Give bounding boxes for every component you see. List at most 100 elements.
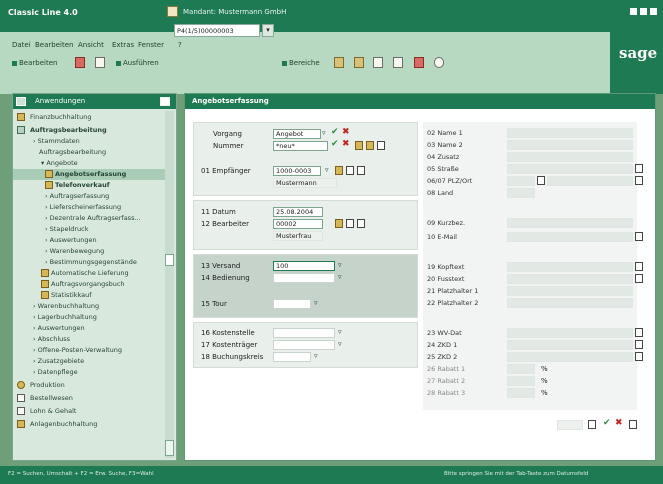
- ort-field[interactable]: [547, 176, 633, 186]
- document-icon[interactable]: [635, 262, 643, 271]
- check-icon[interactable]: ✔: [331, 127, 339, 137]
- sidebar-item-zusatzgebiete[interactable]: › Zusatzgebiete: [13, 356, 171, 367]
- datum-field[interactable]: 25.08.2004: [273, 207, 323, 217]
- document-icon[interactable]: [357, 166, 365, 175]
- chevron-down-icon[interactable]: ▿: [338, 340, 342, 348]
- sidebar-item-abschluss[interactable]: › Abschluss: [13, 334, 171, 345]
- print-icon[interactable]: [629, 420, 637, 429]
- note-icon[interactable]: [414, 57, 424, 68]
- name1-field[interactable]: [507, 128, 633, 138]
- sidebar-scrollbar[interactable]: [165, 111, 174, 458]
- work-dropdown[interactable]: P4(1/5)00000003: [174, 24, 260, 37]
- sidebar-item-telefonverkauf[interactable]: Telefonverkauf: [13, 180, 171, 191]
- ausfuehren-tool[interactable]: Ausführen: [116, 59, 159, 67]
- kopftext-field[interactable]: [507, 262, 633, 272]
- buchungskreis-field[interactable]: [273, 352, 311, 362]
- printer-icon[interactable]: [373, 57, 383, 68]
- rabatt2-field[interactable]: [507, 376, 535, 386]
- sidebar-item-angebotserfassung[interactable]: Angebotserfassung: [13, 169, 171, 180]
- sidebar-item-offene-posten[interactable]: › Offene-Posten-Verwaltung: [13, 345, 171, 356]
- chevron-down-icon[interactable]: ▾: [262, 24, 274, 37]
- chevron-down-icon[interactable]: ▿: [314, 299, 318, 307]
- sidebar-scroll-down[interactable]: [165, 440, 174, 456]
- sidebar-item-lohn-gehalt[interactable]: Lohn & Gehalt: [13, 406, 171, 417]
- cancel-icon[interactable]: ✖: [342, 127, 350, 137]
- print-icon[interactable]: [95, 57, 105, 68]
- sidebar-item-auswertungen[interactable]: › Auswertungen: [13, 235, 171, 246]
- sidebar-item-finanzbuchhaltung[interactable]: Finanzbuchhaltung: [13, 112, 171, 123]
- sidebar-scroll-thumb[interactable]: [165, 254, 174, 266]
- chevron-down-icon[interactable]: ▿: [314, 352, 318, 360]
- name2-field[interactable]: [507, 140, 633, 150]
- menu-help[interactable]: ?: [178, 41, 182, 49]
- sidebar-item-bestellwesen[interactable]: Bestellwesen: [13, 393, 171, 404]
- sidebar-item-angebote[interactable]: ▾ Angebote: [13, 158, 171, 169]
- sidebar-item-produktion[interactable]: Produktion: [13, 380, 171, 391]
- sidebar-item-auftragsvorgangsbuch[interactable]: Auftragsvorgangsbuch: [13, 279, 171, 290]
- sidebar-item-datenpflege[interactable]: › Datenpflege: [13, 367, 171, 378]
- vorgang-select[interactable]: Angebot: [273, 129, 321, 139]
- bereiche-tool[interactable]: Bereiche: [282, 59, 320, 67]
- zkd2-field[interactable]: [507, 352, 633, 362]
- chevron-down-icon[interactable]: ▿: [338, 273, 342, 281]
- document-icon[interactable]: [635, 176, 643, 185]
- document-icon[interactable]: [537, 176, 545, 185]
- kurzbez-field[interactable]: [507, 218, 633, 228]
- strasse-field[interactable]: [507, 164, 633, 174]
- zkd1-field[interactable]: [507, 340, 633, 350]
- minimize-button[interactable]: [630, 8, 637, 15]
- bedienung-field[interactable]: [273, 273, 335, 283]
- check-icon[interactable]: ✔: [331, 139, 339, 149]
- empfaenger-field[interactable]: 1000-0003: [273, 166, 321, 176]
- sidebar-item-automatische-lieferung[interactable]: Automatische Lieferung: [13, 268, 171, 279]
- versand-field[interactable]: 100: [273, 261, 335, 271]
- zusatz-field[interactable]: [507, 152, 633, 162]
- sidebar-item-statistikkauf[interactable]: Statistikkauf: [13, 290, 171, 301]
- user-icon[interactable]: [334, 57, 344, 68]
- rabatt3-field[interactable]: [507, 388, 535, 398]
- maximize-button[interactable]: [640, 8, 647, 15]
- email-field[interactable]: [507, 232, 633, 242]
- print-icon[interactable]: [377, 141, 385, 150]
- settings-icon[interactable]: [434, 57, 444, 68]
- sidebar-item-lieferscheinerfassung[interactable]: › Lieferscheinerfassung: [13, 202, 171, 213]
- document-icon[interactable]: [635, 328, 643, 337]
- document-icon[interactable]: [346, 219, 354, 228]
- filter-icon[interactable]: [335, 166, 343, 175]
- document-icon[interactable]: [635, 164, 643, 173]
- sidebar-item-auswertungen-2[interactable]: › Auswertungen: [13, 323, 171, 334]
- sidebar-item-lagerbuchhaltung[interactable]: › Lagerbuchhaltung: [13, 312, 171, 323]
- plz-field[interactable]: [507, 176, 535, 186]
- chevron-down-icon[interactable]: ▿: [338, 328, 342, 336]
- confirm-icon[interactable]: ✔: [603, 418, 611, 428]
- bottom-field[interactable]: [557, 420, 583, 430]
- sidebar-item-bestimmung[interactable]: › Bestimmungsgegenstände: [13, 257, 171, 268]
- close-button[interactable]: [650, 8, 657, 15]
- menu-ansicht[interactable]: Ansicht: [78, 41, 104, 49]
- sidebar-item-stapeldruck[interactable]: › Stapeldruck: [13, 224, 171, 235]
- document-icon[interactable]: [393, 57, 403, 68]
- fusstext-field[interactable]: [507, 274, 633, 284]
- bearbeiter-field[interactable]: 00002: [273, 219, 323, 229]
- print-icon[interactable]: [346, 166, 354, 175]
- land-field[interactable]: [507, 188, 535, 198]
- bell-icon[interactable]: [354, 57, 364, 68]
- sidebar-item-auftragsbearbeitung-sub[interactable]: Auftragsbearbeitung: [13, 147, 171, 158]
- document-icon[interactable]: [588, 420, 596, 429]
- cancel-icon[interactable]: ✖: [342, 139, 350, 149]
- cancel-icon[interactable]: ✖: [615, 418, 623, 428]
- document-icon[interactable]: [635, 340, 643, 349]
- menu-extras[interactable]: Extras: [112, 41, 134, 49]
- sidebar-item-auftragserfassung[interactable]: › Auftragserfassung: [13, 191, 171, 202]
- document-icon[interactable]: [635, 274, 643, 283]
- lock-icon[interactable]: [355, 141, 363, 150]
- menu-fenster[interactable]: Fenster: [138, 41, 164, 49]
- sidebar-item-anlagenbuchhaltung[interactable]: Anlagenbuchhaltung: [13, 419, 171, 430]
- document-icon[interactable]: [635, 352, 643, 361]
- sidebar-close-button[interactable]: [160, 97, 170, 106]
- menu-datei[interactable]: Datei: [12, 41, 31, 49]
- sidebar-item-warenbewegung[interactable]: › Warenbewegung: [13, 246, 171, 257]
- wv-dat-field[interactable]: [507, 328, 633, 338]
- platzhalter1-field[interactable]: [507, 286, 633, 296]
- tour-field[interactable]: [273, 299, 311, 309]
